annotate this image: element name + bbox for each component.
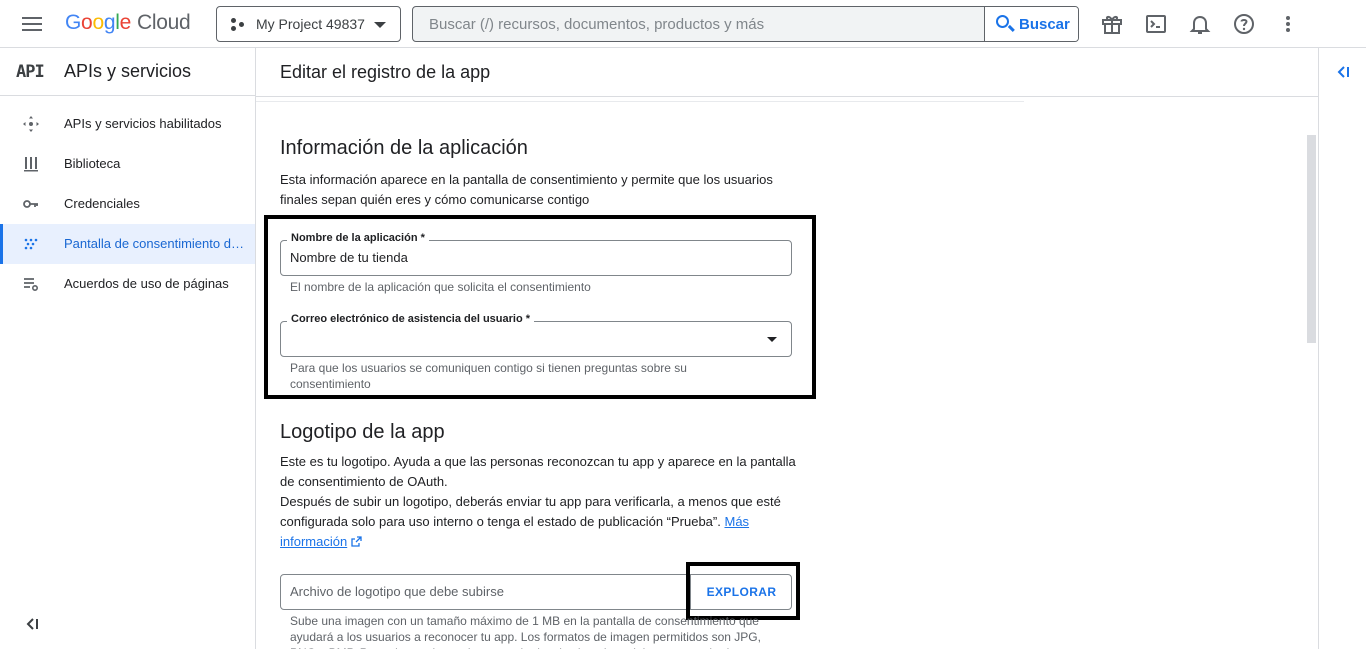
page-header: Editar el registro de la app (256, 48, 1318, 97)
sidebar-header: API APIs y servicios (0, 48, 256, 96)
support-email-hint: Para que los usuarios se comuniquen cont… (290, 361, 687, 391)
key-icon (23, 200, 38, 208)
logo-file-input[interactable] (290, 584, 670, 599)
app-info-description: Esta información aparece en la pantalla … (280, 172, 773, 207)
settings-list-icon (24, 278, 39, 292)
logo-upload-hint: Sube una imagen con un tamaño máximo de … (290, 614, 761, 649)
help-icon[interactable] (1232, 12, 1256, 36)
right-panel-rail (1318, 48, 1366, 649)
app-name-field: Nombre de la aplicación * (280, 232, 792, 276)
sidebar-item-oauth-consent[interactable]: Pantalla de consentimiento de OAuth (0, 224, 255, 264)
dropdown-arrow-icon (767, 337, 777, 342)
logo-heading: Logotipo de la app (280, 421, 445, 443)
logo-paragraph-2: Después de subir un logotipo, deberás en… (280, 494, 781, 529)
support-email-select[interactable]: Correo electrónico de asistencia del usu… (280, 313, 792, 357)
project-selector[interactable]: My Project 49837 (216, 6, 401, 42)
app-info-heading: Información de la aplicación (280, 137, 528, 159)
search-button[interactable]: Buscar (984, 7, 1078, 41)
logo-description: Este es tu logotipo. Ayuda a que las per… (280, 452, 800, 552)
main-content: Editar el registro de la app Información… (256, 48, 1318, 649)
logo-paragraph-1: Este es tu logotipo. Ayuda a que las per… (280, 454, 796, 489)
project-icon (231, 18, 247, 32)
main-menu-icon[interactable] (22, 14, 44, 34)
app-name-label: Nombre de la aplicación * (287, 232, 429, 244)
consent-icon (24, 238, 38, 250)
sidebar-item-enabled-apis[interactable]: APIs y servicios habilitados (0, 104, 255, 144)
divider (256, 101, 1024, 102)
apis-icon (23, 116, 39, 132)
search-icon (996, 15, 1009, 28)
terminal-icon[interactable] (1144, 12, 1168, 36)
support-email-label: Correo electrónico de asistencia del usu… (287, 313, 535, 325)
scrollbar-thumb[interactable] (1307, 135, 1316, 343)
google-cloud-logo[interactable]: Google Cloud (65, 11, 191, 35)
more-vert-icon[interactable] (1276, 12, 1300, 36)
page-title: Editar el registro de la app (280, 62, 491, 82)
bell-icon[interactable] (1188, 12, 1212, 36)
project-name: My Project 49837 (256, 16, 365, 32)
external-link-icon (351, 536, 362, 547)
api-icon: API (16, 62, 45, 82)
library-icon (24, 157, 38, 172)
sidebar: API APIs y servicios APIs y servicios ha… (0, 48, 256, 649)
sidebar-item-page-usage-agreements[interactable]: Acuerdos de uso de páginas (0, 264, 255, 304)
collapse-sidebar-icon[interactable] (22, 614, 42, 634)
top-bar: Google Cloud My Project 49837 Buscar (0, 0, 1366, 48)
expand-panel-icon[interactable] (1333, 62, 1353, 82)
sidebar-item-label: Pantalla de consentimiento de OAuth (64, 236, 244, 251)
app-name-input[interactable] (290, 250, 780, 265)
gift-icon[interactable] (1100, 12, 1124, 36)
app-name-hint: El nombre de la aplicación que solicita … (290, 280, 591, 294)
sidebar-title: APIs y servicios (64, 61, 192, 81)
sidebar-item-label: Acuerdos de uso de páginas (64, 276, 229, 291)
sidebar-item-label: Credenciales (64, 196, 140, 211)
sidebar-item-credentials[interactable]: Credenciales (0, 184, 255, 224)
sidebar-item-label: APIs y servicios habilitados (64, 116, 222, 131)
highlight-box (686, 562, 800, 620)
scrollbar[interactable] (1302, 135, 1316, 649)
chevron-down-icon (374, 22, 386, 28)
search-bar: Buscar (412, 6, 1079, 42)
search-input[interactable] (413, 7, 985, 41)
search-button-label: Buscar (1019, 16, 1070, 33)
sidebar-item-label: Biblioteca (64, 156, 121, 171)
sidebar-item-library[interactable]: Biblioteca (0, 144, 255, 184)
